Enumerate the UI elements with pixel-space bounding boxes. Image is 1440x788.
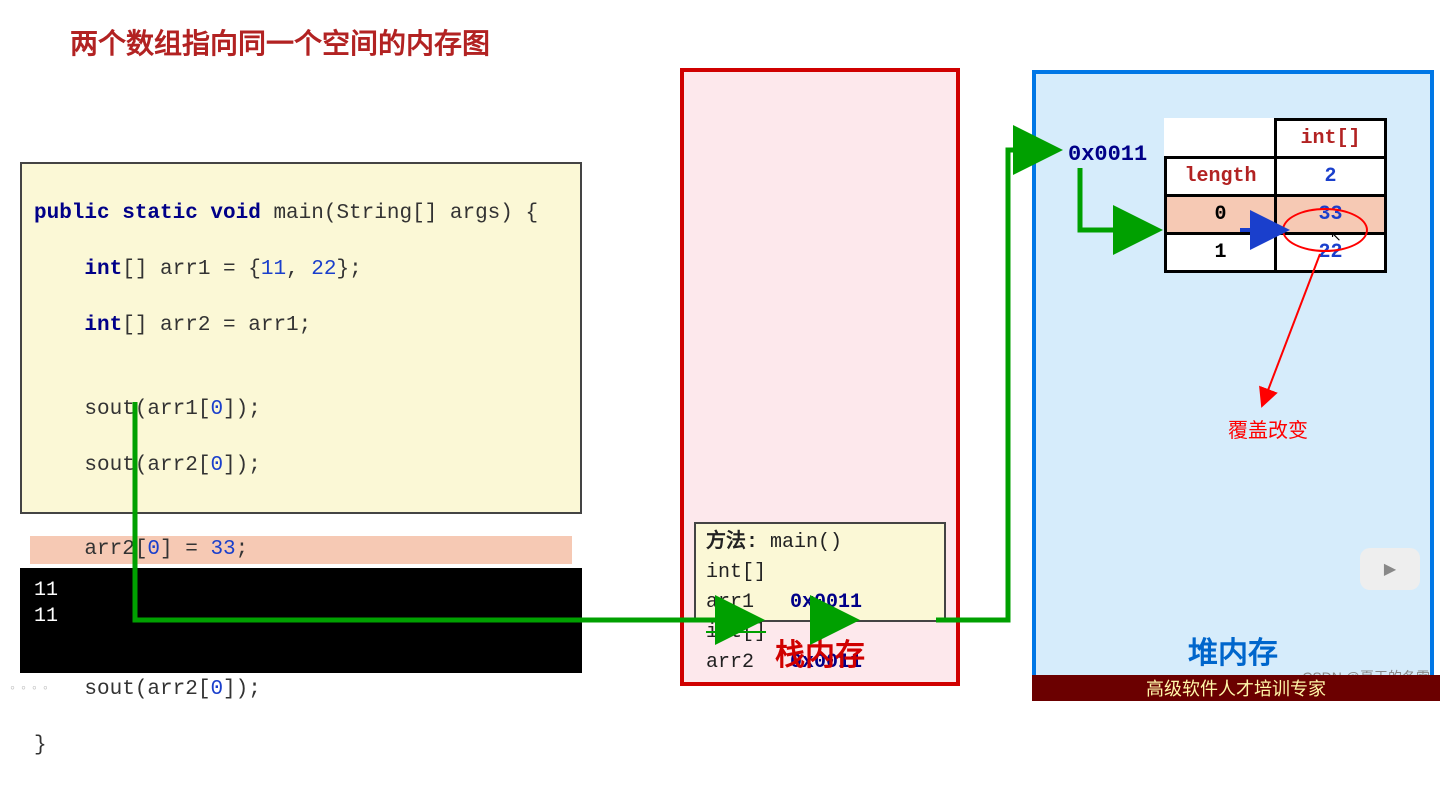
console-output: 11 11 [20, 568, 582, 673]
frame-var-name: arr1 [706, 591, 754, 614]
heap-object-type: int[] [1276, 120, 1386, 158]
code-kw: int [34, 258, 122, 281]
code-num: 0 [210, 454, 223, 477]
footer-banner: 高级软件人才培训专家 [1032, 675, 1440, 701]
stack-memory-label: 栈内存 [684, 630, 956, 674]
code-num: 11 [261, 258, 286, 281]
heap-annotation: 覆盖改变 [1228, 414, 1308, 443]
console-line: 11 [34, 579, 58, 602]
stack-memory-region: 方法: main() int[] arr1 0x0011 int[] arr2 … [680, 68, 960, 686]
heap-length-label: length [1166, 158, 1276, 196]
code-text: ]); [223, 678, 261, 701]
code-text: [] arr1 = { [122, 258, 261, 281]
code-block: public static void main(String[] args) {… [20, 162, 582, 514]
code-text: ; [236, 538, 249, 561]
code-num: 22 [311, 258, 336, 281]
heap-object-address: 0x0011 [1068, 142, 1147, 167]
heap-index: 1 [1166, 234, 1276, 272]
diagram-title: 两个数组指向同一个空间的内存图 [70, 22, 490, 62]
code-text: sout(arr2[ [34, 454, 210, 477]
code-text: }; [337, 258, 362, 281]
code-highlight-line: arr2[0] = 33; [30, 536, 572, 564]
code-text: sout(arr2[ [34, 678, 210, 701]
frame-method-label: 方法: [706, 531, 758, 554]
stack-frame-main: 方法: main() int[] arr1 0x0011 int[] arr2 … [694, 522, 946, 622]
heap-memory-region: 0x0011 int[] length2 033 122 覆盖改变 堆内存 [1032, 70, 1434, 684]
code-num: 0 [147, 538, 160, 561]
code-kw: int [34, 314, 122, 337]
frame-var-type: int[] [706, 561, 766, 584]
code-text: ]); [223, 398, 261, 421]
code-text: [] arr2 = arr1; [122, 314, 311, 337]
heap-length-value: 2 [1276, 158, 1386, 196]
highlight-ellipse [1282, 208, 1368, 252]
code-num: 0 [210, 398, 223, 421]
code-text: ] = [160, 538, 210, 561]
footer-dots-icon: ◦◦◦◦ [10, 679, 54, 695]
code-num: 33 [210, 538, 235, 561]
code-text: } [30, 732, 572, 760]
code-text: main(String[] args) { [261, 202, 538, 225]
video-badge-icon: ▶ [1360, 548, 1420, 590]
console-line: 11 [34, 605, 58, 628]
heap-object-table: int[] length2 033 122 [1164, 118, 1387, 273]
code-text: ]); [223, 454, 261, 477]
frame-var-addr: 0x0011 [790, 591, 862, 614]
code-kw: public static void [34, 202, 261, 225]
code-text: , [286, 258, 311, 281]
code-text: sout(arr1[ [34, 398, 210, 421]
frame-method-name: main() [758, 531, 842, 554]
code-num: 0 [210, 678, 223, 701]
heap-index: 0 [1166, 196, 1276, 234]
heap-memory-label: 堆内存 [1036, 628, 1430, 672]
mouse-cursor-icon: ↖ [1330, 228, 1342, 245]
code-text: arr2[ [34, 538, 147, 561]
